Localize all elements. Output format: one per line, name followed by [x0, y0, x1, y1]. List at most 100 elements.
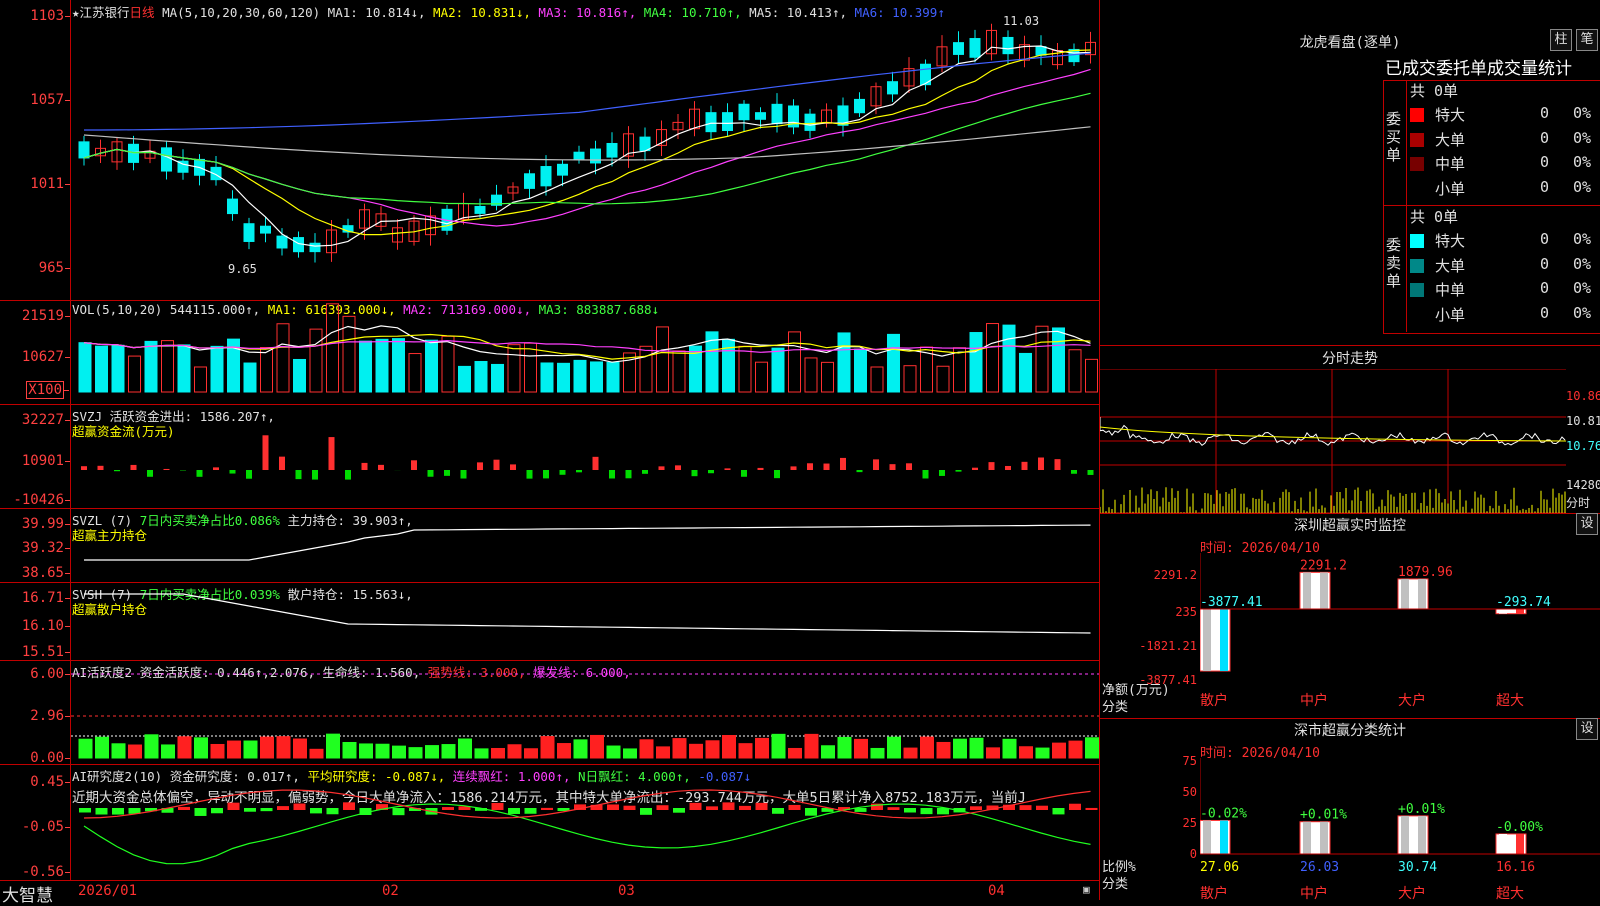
candle [79, 142, 89, 158]
settings-button[interactable]: 设 [1576, 513, 1598, 535]
volume-bar [211, 346, 223, 392]
volume-bar [294, 359, 306, 392]
sz-class-chart[interactable]: -0.02%散户27.06+0.01%中户26.03+0.01%大户30.74-… [1200, 758, 1600, 900]
svzj-bar [807, 463, 813, 470]
ai1-bar [838, 737, 851, 758]
bar-shade [1203, 820, 1211, 854]
svzj-bar [296, 470, 302, 479]
svzj-bar [725, 468, 731, 470]
ai2-bar [508, 808, 520, 814]
volume-bar [1036, 326, 1048, 392]
volume-bar [96, 346, 108, 392]
ai1-bar [294, 739, 307, 758]
svzj-bar [906, 463, 912, 470]
volume-bar [376, 339, 388, 392]
svzl-panel[interactable]: 39.99 39.32 38.65 SVZL (7) 7日内买卖净占比0.086… [0, 508, 1100, 583]
stroke-mode-button[interactable]: 笔 [1576, 29, 1598, 51]
ai1-bar [558, 744, 571, 758]
ai2-bar [607, 804, 619, 810]
ai-activity-chart[interactable] [71, 660, 1100, 764]
ai-research-chart[interactable] [71, 764, 1100, 880]
candle [310, 243, 320, 251]
price-tick: 1011 [30, 176, 64, 192]
chart-area[interactable]: 1103 1057 1011 965 ★江苏银行日线 MA(5,10,20,30… [0, 0, 1100, 900]
ai1-bar [624, 749, 637, 758]
ai1-bar [574, 740, 587, 758]
ai1-bar [1069, 741, 1082, 758]
sz-rt-xlabel: 分类 [1102, 696, 1128, 715]
svzj-bar [345, 470, 351, 480]
ai1-tick: 2.96 [30, 708, 64, 724]
vol-unit: X100 [26, 381, 64, 399]
volume-bar [855, 349, 867, 392]
intraday-chart[interactable] [1100, 369, 1566, 513]
volume-bar [805, 358, 817, 392]
ai1-bar [756, 738, 769, 758]
svzj-bar [494, 460, 500, 470]
volume-bar [937, 366, 949, 392]
ai2-bar [525, 808, 537, 814]
price-panel[interactable]: 1103 1057 1011 965 ★江苏银行日线 MA(5,10,20,30… [0, 0, 1100, 301]
volume-bar [162, 341, 174, 392]
volume-bar [591, 362, 603, 392]
volume-bar [756, 362, 768, 392]
candle [244, 224, 254, 242]
svzj-panel[interactable]: 32227 10901 -10426 SVZJ 活跃资金进出: 1586.207… [0, 404, 1100, 509]
ai-activity-panel[interactable]: 6.00 2.96 0.00 AI活跃度2 资金活跃度: 0.446↑,2.07… [0, 660, 1100, 765]
intraday-tick: 10.86 [1566, 389, 1600, 403]
candle [261, 226, 271, 233]
sz-rt-tick: 235 [1175, 605, 1197, 619]
date-label: 04 [988, 883, 1005, 899]
svsh-panel[interactable]: 16.71 16.10 15.51 SVSH (7) 7日内买卖净占比0.039… [0, 582, 1100, 661]
svzj-bar [213, 467, 219, 470]
svsh-chart[interactable] [71, 582, 1100, 660]
ai1-axis: 6.00 2.96 0.00 [0, 660, 71, 764]
settings-button[interactable]: 设 [1576, 718, 1598, 740]
ai2-bar [657, 805, 669, 810]
bar-shade [1220, 609, 1228, 671]
svzj-bar [114, 470, 120, 471]
candlestick-chart[interactable] [71, 0, 1100, 300]
bar-mode-button[interactable]: 柱 [1550, 29, 1572, 51]
price-axis: 1103 1057 1011 965 [0, 0, 71, 300]
bar-value: -293.74 [1496, 595, 1551, 610]
sz-class-panel: 深市超赢分类统计 设 时间: 2026/04/10 75 50 25 0 比例%… [1100, 718, 1600, 900]
lhb-cell: 大单 [1435, 129, 1465, 150]
volume-panel[interactable]: 21519 10627 X100 VOL(5,10,20) 544115.000… [0, 300, 1100, 405]
ai2-bar [1086, 808, 1098, 810]
intraday-panel[interactable]: 分时走势 10.86 10.81 10.76 14280 分时 [1100, 345, 1600, 514]
svzj-bar [675, 465, 681, 470]
ai-research-panel[interactable]: 0.45 -0.05 -0.56 AI研究度2(10) 资金研究度: 0.017… [0, 764, 1100, 880]
svzl-chart[interactable] [71, 508, 1100, 582]
volume-bar [492, 364, 504, 392]
ai1-bar [492, 748, 505, 758]
ai2-bar [706, 806, 718, 810]
volume-bar [459, 366, 471, 392]
candle [475, 206, 485, 213]
ai2-bar [855, 808, 867, 812]
lhb-title: 龙虎看盘(逐单) [1100, 32, 1600, 52]
ai1-bar [508, 745, 521, 758]
lhb-cell: 0% [1573, 104, 1591, 122]
ai2-bar [79, 808, 91, 812]
volume-bar [409, 354, 421, 392]
category-label: 大户 [1398, 885, 1426, 900]
color-swatch [1410, 234, 1424, 248]
lock-icon[interactable]: ▣ [1083, 883, 1090, 896]
bar-value: 26.03 [1300, 860, 1339, 875]
ai1-bar [1020, 747, 1033, 758]
volume-bar [129, 356, 141, 392]
svzj-chart[interactable] [71, 404, 1100, 508]
candle [228, 199, 238, 213]
bar-shade [1203, 609, 1211, 671]
vol-tick: 21519 [22, 308, 64, 324]
ai2-bar [624, 806, 636, 810]
lhb-subtitle: 已成交委托单成交量统计 [1385, 54, 1572, 79]
svzj-bar [246, 470, 252, 479]
sz-realtime-chart[interactable]: -3877.41散户2291.2中户1879.96大户-293.74超大 [1200, 553, 1600, 718]
svzj-bar [873, 459, 879, 470]
bar-value: 2291.2 [1300, 558, 1347, 573]
svzj-bar [1005, 466, 1011, 470]
volume-chart[interactable] [71, 300, 1100, 404]
ai2-bar [772, 808, 784, 814]
